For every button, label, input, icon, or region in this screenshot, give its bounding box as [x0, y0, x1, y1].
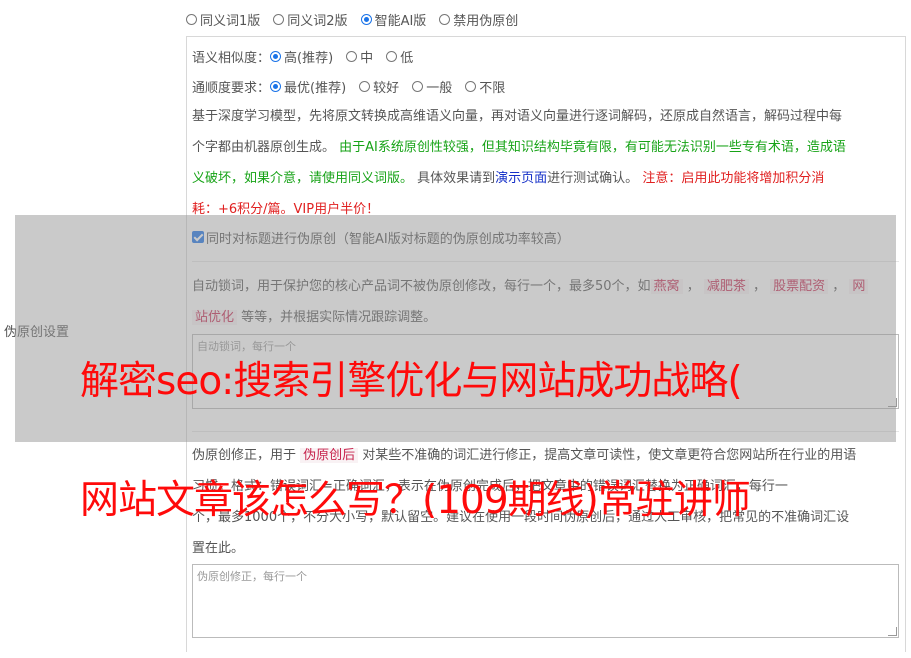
- fluency-row: 通顺度要求： 最优(推荐) 较好 一般 不限: [192, 77, 518, 96]
- resize-handle-icon[interactable]: [888, 627, 897, 636]
- mode-option-ai[interactable]: 智能AI版: [360, 10, 426, 29]
- similarity-option-high[interactable]: 高(推荐): [270, 47, 333, 66]
- radio-icon[interactable]: [346, 50, 358, 62]
- radio-selected-icon[interactable]: [360, 13, 372, 25]
- ai-warning-text: 由于AI系统原创性较强，但其知识结构毕竟有限，有可能无法识别一些专有术语，造成语: [339, 140, 846, 155]
- correction-input[interactable]: 伪原创修正，每行一个: [192, 564, 899, 638]
- example-keyword: 伪原创后: [300, 448, 359, 463]
- overlay-headline-2: 网站文章该怎么写？(109期线)常驻讲师: [80, 478, 751, 523]
- similarity-option-medium[interactable]: 中: [346, 47, 373, 66]
- radio-icon[interactable]: [386, 50, 398, 62]
- radio-selected-icon[interactable]: [270, 80, 282, 92]
- similarity-option-low[interactable]: 低: [386, 47, 413, 66]
- mode-radio-group: 同义词1版 同义词2版 智能AI版 禁用伪原创: [186, 10, 531, 29]
- fluency-label: 通顺度要求：: [192, 80, 271, 96]
- radio-icon[interactable]: [412, 80, 424, 92]
- fluency-option-unlimited[interactable]: 不限: [465, 77, 505, 96]
- radio-icon[interactable]: [273, 13, 285, 25]
- mode-option-synonym1[interactable]: 同义词1版: [186, 10, 260, 29]
- mode-option-synonym2[interactable]: 同义词2版: [273, 10, 348, 29]
- radio-icon[interactable]: [439, 13, 451, 25]
- fluency-option-good[interactable]: 较好: [359, 77, 399, 96]
- demo-page-link[interactable]: 演示页面: [495, 171, 547, 186]
- ai-description: 基于深度学习模型，先将原文转换成高维语义向量，再对语义向量进行逐词解码，还原成自…: [192, 109, 846, 217]
- mode-option-disable[interactable]: 禁用伪原创: [439, 10, 518, 29]
- radio-icon[interactable]: [465, 80, 477, 92]
- cost-notice: 注意：启用此功能将增加积分消: [642, 171, 825, 186]
- overlay-headline-1: 解密seo:搜索引擎优化与网站成功战略(: [80, 359, 743, 404]
- radio-icon[interactable]: [359, 80, 371, 92]
- fluency-option-normal[interactable]: 一般: [412, 77, 452, 96]
- fluency-option-best[interactable]: 最优(推荐): [270, 77, 346, 96]
- similarity-label: 语义相似度：: [192, 50, 271, 66]
- radio-icon[interactable]: [186, 13, 197, 25]
- similarity-row: 语义相似度： 高(推荐) 中 低: [192, 47, 426, 66]
- radio-selected-icon[interactable]: [270, 50, 282, 62]
